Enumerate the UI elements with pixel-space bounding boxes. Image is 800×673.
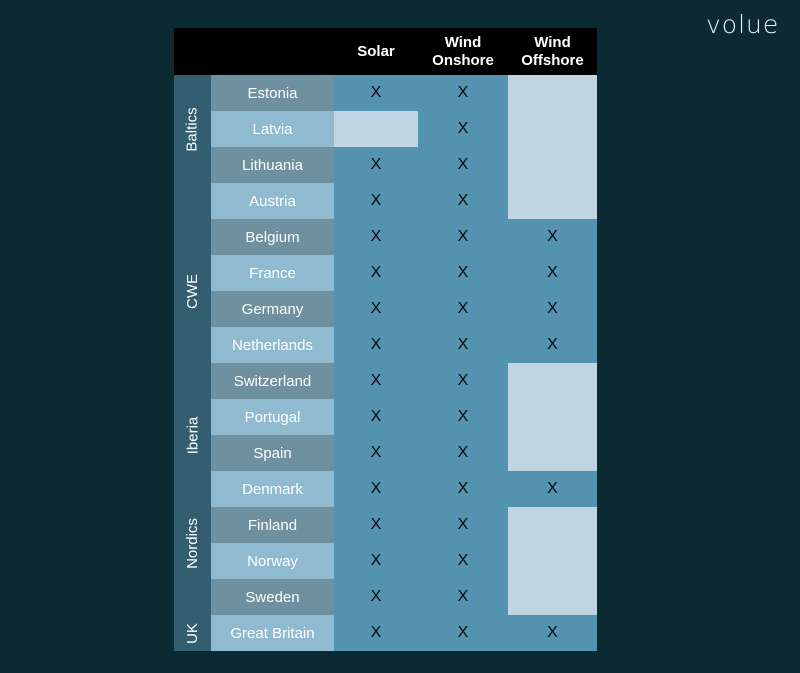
table-row: Austria X X [211, 183, 597, 219]
onshore-cell: X [418, 579, 508, 615]
offshore-cell: X [508, 255, 597, 291]
table-row: Sweden X X [211, 579, 597, 615]
country-cell: Switzerland [211, 363, 334, 399]
solar-cell: X [334, 183, 418, 219]
header-solar: Solar [357, 42, 395, 60]
table-row: Lithuania X X [211, 147, 597, 183]
region-label-text: Baltics [184, 106, 201, 152]
table-row: Latvia X [211, 111, 597, 147]
volue-logo: volue [706, 10, 780, 39]
offshore-cell: X [508, 291, 597, 327]
region-label: Baltics [174, 89, 211, 169]
onshore-cell: X [418, 183, 508, 219]
solar-cell: X [334, 147, 418, 183]
solar-cell: X [334, 219, 418, 255]
solar-cell [334, 111, 418, 147]
onshore-cell: X [418, 219, 508, 255]
table-row: Switzerland X X [211, 363, 597, 399]
solar-cell: X [334, 291, 418, 327]
region-label: CWE [174, 251, 211, 331]
table-row: Netherlands X X X [211, 327, 597, 363]
solar-cell: X [334, 255, 418, 291]
onshore-cell: X [418, 399, 508, 435]
onshore-cell: X [418, 111, 508, 147]
country-cell: Germany [211, 291, 334, 327]
region-label: Nordics [174, 503, 211, 583]
country-cell: Spain [211, 435, 334, 471]
solar-cell: X [334, 615, 418, 651]
table-row: Estonia X X [211, 75, 597, 111]
country-cell: Finland [211, 507, 334, 543]
country-cell: Great Britain [211, 615, 334, 651]
country-cell: Portugal [211, 399, 334, 435]
table-row: Great Britain X X X [211, 615, 597, 651]
onshore-cell: X [418, 615, 508, 651]
solar-cell: X [334, 435, 418, 471]
table-row: Norway X X [211, 543, 597, 579]
coverage-table: Solar Wind Onshore Wind Offshore Baltics… [174, 28, 597, 651]
table-row: France X X X [211, 255, 597, 291]
offshore-cell: X [508, 471, 597, 507]
country-cell: Netherlands [211, 327, 334, 363]
table-row: Spain X X [211, 435, 597, 471]
country-cell: Norway [211, 543, 334, 579]
solar-cell: X [334, 507, 418, 543]
onshore-cell: X [418, 543, 508, 579]
onshore-cell: X [418, 255, 508, 291]
country-cell: Latvia [211, 111, 334, 147]
header-wind-offshore: Wind Offshore [521, 33, 584, 69]
region-label: Iberia [174, 395, 211, 475]
onshore-cell: X [418, 507, 508, 543]
solar-cell: X [334, 471, 418, 507]
country-cell: Lithuania [211, 147, 334, 183]
table-row: Finland X X [211, 507, 597, 543]
solar-cell: X [334, 327, 418, 363]
table-row: Germany X X X [211, 291, 597, 327]
offshore-cell [508, 399, 597, 435]
region-label-text: CWE [184, 273, 201, 309]
offshore-cell [508, 75, 597, 111]
offshore-cell [508, 147, 597, 183]
country-cell: Austria [211, 183, 334, 219]
table-row: Belgium X X X [211, 219, 597, 255]
region-label-text: UK [184, 622, 201, 644]
offshore-cell [508, 579, 597, 615]
offshore-cell [508, 507, 597, 543]
solar-cell: X [334, 399, 418, 435]
solar-cell: X [334, 543, 418, 579]
onshore-cell: X [418, 75, 508, 111]
solar-cell: X [334, 363, 418, 399]
table-row: Denmark X X X [211, 471, 597, 507]
country-cell: Sweden [211, 579, 334, 615]
offshore-cell [508, 435, 597, 471]
region-column: Baltics CWE Iberia Nordics UK [174, 75, 211, 651]
offshore-cell [508, 543, 597, 579]
table-header: Solar Wind Onshore Wind Offshore [174, 28, 597, 75]
onshore-cell: X [418, 147, 508, 183]
offshore-cell [508, 111, 597, 147]
solar-cell: X [334, 579, 418, 615]
country-cell: Belgium [211, 219, 334, 255]
onshore-cell: X [418, 327, 508, 363]
onshore-cell: X [418, 363, 508, 399]
offshore-cell: X [508, 615, 597, 651]
region-label-text: Nordics [184, 517, 202, 569]
country-cell: Denmark [211, 471, 334, 507]
country-cell: France [211, 255, 334, 291]
offshore-cell [508, 183, 597, 219]
table-row: Portugal X X [211, 399, 597, 435]
offshore-cell: X [508, 327, 597, 363]
offshore-cell [508, 363, 597, 399]
onshore-cell: X [418, 471, 508, 507]
country-cell: Estonia [211, 75, 334, 111]
region-label-text: Iberia [184, 416, 201, 454]
onshore-cell: X [418, 291, 508, 327]
solar-cell: X [334, 75, 418, 111]
onshore-cell: X [418, 435, 508, 471]
header-wind-onshore: Wind Onshore [432, 33, 494, 69]
region-label: UK [174, 593, 211, 673]
offshore-cell: X [508, 219, 597, 255]
